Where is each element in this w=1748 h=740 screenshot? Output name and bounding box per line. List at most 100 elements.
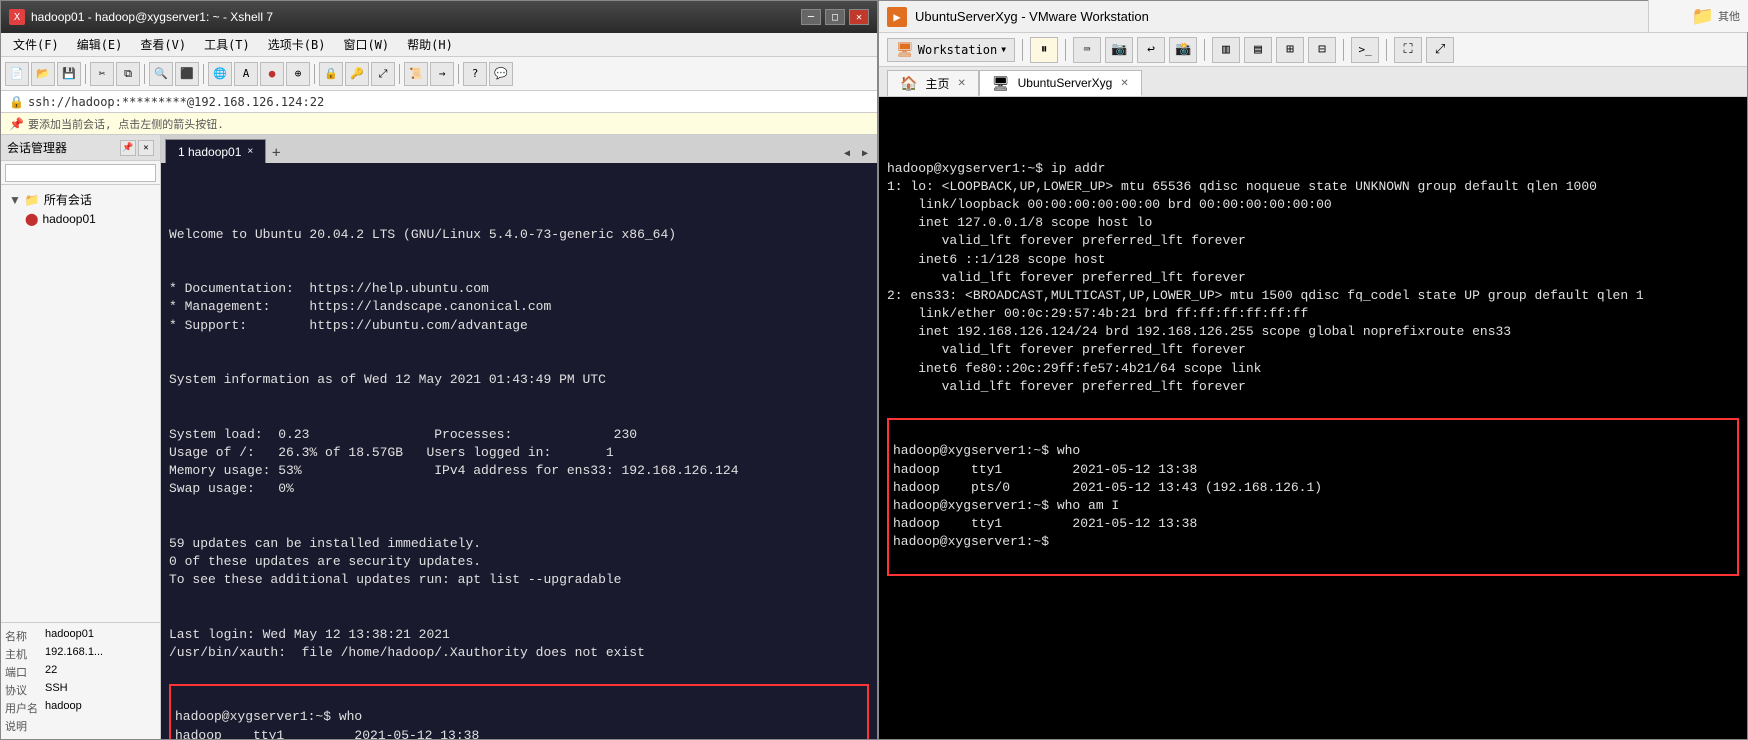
toolbar-sep-6 (458, 64, 459, 84)
sysinfo-line: System information as of Wed 12 May 2021… (169, 372, 606, 387)
new-file-btn[interactable]: 📄 (5, 62, 29, 86)
ubuntu-tab-icon: 🖥 (992, 75, 1010, 92)
tree-hadoop01[interactable]: ⬤ hadoop01 (5, 210, 156, 228)
menu-edit[interactable]: 编辑(E) (69, 34, 131, 55)
xshell-toolbar: 📄 📂 💾 ✂ ⧉ 🔍 ⬛ 🌐 A ● ⊕ 🔒 🔑 ⤢ 📜 → ? 💬 (1, 57, 877, 91)
key-btn[interactable]: 🔑 (345, 62, 369, 86)
prop-name-value: hadoop01 (45, 628, 94, 644)
terminal-tab-hadoop01[interactable]: 1 hadoop01 × (165, 139, 266, 163)
mgmt-line: * Management: https://landscape.canonica… (169, 299, 551, 314)
session-icon: ⬤ (25, 212, 38, 226)
globe2-btn[interactable]: ⊕ (286, 62, 310, 86)
zoom-btn[interactable]: 🔍 (149, 62, 173, 86)
menu-file[interactable]: 文件(F) (5, 34, 67, 55)
prop-port: 端口 22 (5, 663, 156, 681)
window-controls: ─ □ ✕ (801, 9, 869, 25)
xshell-terminal[interactable]: Welcome to Ubuntu 20.04.2 LTS (GNU/Linux… (161, 163, 877, 739)
doc-line: * Documentation: https://help.ubuntu.com (169, 281, 489, 296)
xauth-line: /usr/bin/xauth: file /home/hadoop/.Xauth… (169, 645, 645, 660)
vmware-toolbar: 🖥 Workstation ▼ ⏸ ⌨ 📷 ↩ 📸 ▥ ▤ ⊞ ⊟ >_ ⛶ ⤢ (879, 33, 1747, 67)
arrow-btn[interactable]: → (430, 62, 454, 86)
folder-icon: 📁 (25, 193, 40, 207)
prop-desc-label: 说明 (5, 718, 45, 734)
format-btn[interactable]: A (234, 62, 258, 86)
prop-host-label: 主机 (5, 646, 45, 662)
cut-btn[interactable]: ✂ (90, 62, 114, 86)
split-h-btn[interactable]: ▥ (1212, 37, 1240, 63)
copy-btn[interactable]: ⧉ (116, 62, 140, 86)
maximize-button[interactable]: □ (825, 9, 845, 25)
console-btn[interactable]: >_ (1351, 37, 1379, 63)
expand-btn[interactable]: ⤢ (371, 62, 395, 86)
vmware-tb-sep-4 (1343, 39, 1344, 61)
menu-tab[interactable]: 选项卡(B) (260, 34, 334, 55)
tab-label: 1 hadoop01 (178, 145, 241, 159)
fullscreen-btn[interactable]: ⛶ (1394, 37, 1422, 63)
tree-arrow: ▼ (9, 193, 21, 207)
fullscreen2-btn[interactable]: ⤢ (1426, 37, 1454, 63)
tree-hadoop01-label: hadoop01 (42, 212, 95, 226)
tab-prev-btn[interactable]: ◀ (839, 143, 855, 163)
pause-btn[interactable]: ⏸ (1030, 37, 1058, 63)
conn-btn[interactable]: ● (260, 62, 284, 86)
menu-help[interactable]: 帮助(H) (399, 34, 461, 55)
vmware-tab-home[interactable]: 🏠 主页 ✕ (887, 70, 979, 96)
sidebar-search-input[interactable] (5, 164, 156, 182)
menu-tools[interactable]: 工具(T) (196, 34, 258, 55)
hl-who1: hadoop tty1 2021-05-12 13:38 (175, 728, 479, 739)
split-v-btn[interactable]: ▤ (1244, 37, 1272, 63)
warn-bar: 📌 要添加当前会话, 点击左侧的箭头按钮. (1, 113, 877, 135)
prop-user-label: 用户名 (5, 700, 45, 716)
tab-next-btn[interactable]: ▶ (857, 143, 873, 163)
sidebar-close-btn[interactable]: ✕ (138, 140, 154, 156)
tree-all-sessions-label: 所有会话 (44, 191, 92, 208)
vmware-hl-whoami1: hadoop tty1 2021-05-12 13:38 (893, 516, 1197, 531)
menu-window[interactable]: 窗口(W) (335, 34, 397, 55)
xshell-window: X hadoop01 - hadoop@xygserver1: ~ - Xshe… (0, 0, 878, 740)
prop-host: 主机 192.168.1... (5, 645, 156, 663)
taskbar-corner: 📁 其他 (1648, 0, 1748, 32)
question-btn[interactable]: ? (463, 62, 487, 86)
vmware-tb-sep-1 (1022, 39, 1023, 61)
prop-proto: 协议 SSH (5, 681, 156, 699)
ssh-bar: 🔒 ssh://hadoop:*********@192.168.126.124… (1, 91, 877, 113)
xshell-highlight-box: hadoop@xygserver1:~$ who hadoop tty1 202… (169, 684, 869, 739)
snapshot2-btn[interactable]: 📸 (1169, 37, 1197, 63)
xshell-title: hadoop01 - hadoop@xygserver1: ~ - Xshell… (31, 10, 273, 24)
workstation-dropdown[interactable]: 🖥 Workstation ▼ (887, 38, 1015, 62)
tree-all-sessions[interactable]: ▼ 📁 所有会话 (5, 189, 156, 210)
globe-btn[interactable]: 🌐 (208, 62, 232, 86)
snapshot-btn[interactable]: 📷 (1105, 37, 1133, 63)
send-ctrlaltdel-btn[interactable]: ⌨ (1073, 37, 1101, 63)
tab-close-btn[interactable]: × (247, 146, 253, 157)
new-tab-btn[interactable]: + (266, 143, 286, 163)
menu-view[interactable]: 查看(V) (132, 34, 194, 55)
close-button[interactable]: ✕ (849, 9, 869, 25)
sidebar-tree: ▼ 📁 所有会话 ⬤ hadoop01 (1, 185, 160, 622)
lock-btn[interactable]: 🔒 (319, 62, 343, 86)
home-tab-close[interactable]: ✕ (957, 78, 965, 89)
ubuntu-tab-close[interactable]: ✕ (1120, 78, 1128, 89)
tile-btn[interactable]: ⊞ (1276, 37, 1304, 63)
vmware-hl-who1: hadoop tty1 2021-05-12 13:38 (893, 462, 1197, 477)
grid-btn[interactable]: ⊟ (1308, 37, 1336, 63)
ubuntu-tab-label: UbuntuServerXyg (1018, 76, 1113, 90)
vmware-terminal[interactable]: hadoop@xygserver1:~$ ip addr 1: lo: <LOO… (879, 97, 1747, 739)
script-btn[interactable]: 📜 (404, 62, 428, 86)
bubble-btn[interactable]: 💬 (489, 62, 513, 86)
vmware-titlebar: ▶ UbuntuServerXyg - VMware Workstation ─… (879, 1, 1747, 33)
save-btn[interactable]: 💾 (57, 62, 81, 86)
sidebar-pin-btn[interactable]: 📌 (120, 140, 136, 156)
swapusage-line: Swap usage: 0% (169, 481, 294, 496)
vmware-tb-sep-2 (1065, 39, 1066, 61)
terminal-btn[interactable]: ⬛ (175, 62, 199, 86)
memusage-line: Memory usage: 53% IPv4 address for ens33… (169, 463, 739, 478)
prop-port-label: 端口 (5, 664, 45, 680)
vmware-tabbar: 🏠 主页 ✕ 🖥 UbuntuServerXyg ✕ (879, 67, 1747, 97)
revert-btn[interactable]: ↩ (1137, 37, 1165, 63)
vmware-tab-ubuntu[interactable]: 🖥 UbuntuServerXyg ✕ (979, 70, 1142, 96)
minimize-button[interactable]: ─ (801, 9, 821, 25)
taskbar-folder-icon[interactable]: 📁 (1692, 6, 1714, 27)
open-btn[interactable]: 📂 (31, 62, 55, 86)
taskbar-label: 其他 (1718, 8, 1740, 24)
